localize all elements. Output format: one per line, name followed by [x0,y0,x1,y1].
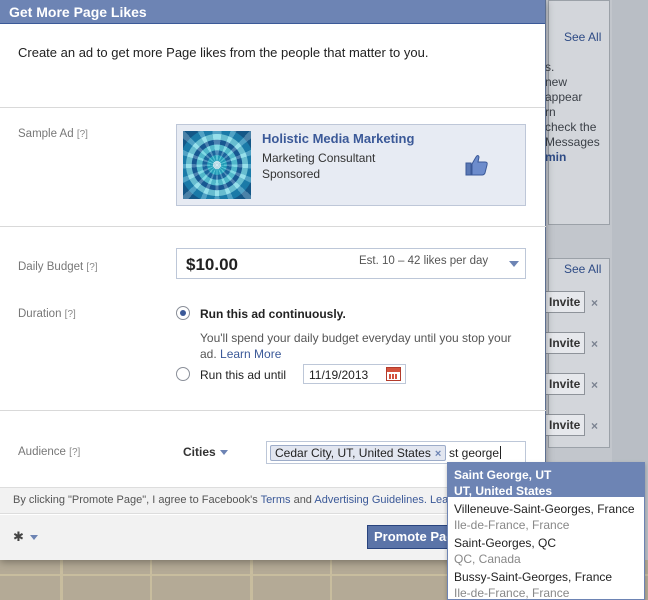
end-date-field[interactable]: 11/19/2013 [303,364,406,384]
remove-icon[interactable]: × [591,337,598,351]
daily-budget-select[interactable]: $10.00 Est. 10 – 42 likes per day [176,248,526,279]
location-token: Cedar City, UT, United States × [270,445,447,461]
location-query[interactable]: st george [449,446,502,460]
daily-budget-label: Daily Budget [?] [18,261,98,273]
sample-ad-label: Sample Ad [?] [18,128,88,140]
duration-label: Duration [?] [18,308,76,320]
suggestion-item[interactable]: Saint George, UT UT, United States [448,463,644,498]
snippet-line: check the [545,120,597,134]
snippet-line: Messages [545,135,600,149]
help-icon[interactable]: [?] [65,309,76,320]
ad-category: Marketing Consultant [262,151,376,165]
suggestion-item[interactable]: Villeneuve-Saint-Georges, France Ile-de-… [448,497,644,532]
invite-button[interactable]: Invite [545,373,585,395]
gear-icon[interactable]: ✱ [13,529,24,545]
invite-button[interactable]: Invite [545,291,585,313]
help-icon[interactable]: [?] [69,447,80,458]
page-thumbnail [183,131,251,199]
dialog-title: Get More Page Likes [0,0,545,24]
invite-button[interactable]: Invite [545,414,585,436]
advertising-guidelines-link[interactable]: Advertising Guidelines [314,494,423,506]
run-until-label[interactable]: Run this ad until [200,368,286,382]
thumbs-up-icon [465,155,488,176]
chevron-down-icon[interactable] [30,535,38,540]
snippet-line: new [545,75,568,89]
audience-type-select[interactable]: Cities [183,445,216,459]
remove-icon[interactable]: × [591,296,598,310]
ad-sponsored: Sponsored [262,167,321,181]
see-all-link[interactable]: See All [564,30,601,44]
budget-amount: $10.00 [186,255,238,274]
duration-help-text: You'll spend your daily budget everyday … [200,331,512,361]
run-until-radio[interactable] [176,367,190,381]
remove-icon[interactable]: × [591,419,598,433]
remove-token-icon[interactable]: × [435,448,441,460]
invite-button[interactable]: Invite [545,332,585,354]
remove-icon[interactable]: × [591,378,598,392]
learn-more-link[interactable]: Learn More [220,347,281,361]
run-continuously-label[interactable]: Run this ad continuously. [200,307,346,321]
snippet-line: appear [545,90,583,104]
background-snippet: s. new appear rn check the Messages min [545,60,605,165]
snippet-line: s. [545,60,555,74]
sample-ad-preview: Holistic Media Marketing Marketing Consu… [176,124,526,206]
audience-label: Audience [?] [18,446,81,458]
snippet-line: rn [545,105,556,119]
chevron-down-icon[interactable] [220,450,228,455]
ad-page-name[interactable]: Holistic Media Marketing [262,131,414,146]
see-all-link[interactable]: See All [564,262,601,276]
terms-link[interactable]: Terms [261,494,291,506]
help-icon[interactable]: [?] [86,262,97,273]
run-continuously-radio[interactable] [176,306,190,320]
dialog-intro: Create an ad to get more Page likes from… [0,24,545,108]
calendar-icon[interactable] [386,367,401,381]
snippet-line: min [545,150,567,164]
suggestion-item[interactable]: Bussy-Saint-Georges, France Ile-de-Franc… [448,565,644,599]
chevron-down-icon [509,261,519,267]
budget-estimate: Est. 10 – 42 likes per day [359,255,489,267]
location-suggestions: Saint George, UT UT, United States Ville… [447,462,645,600]
audience-location-input[interactable]: Cedar City, UT, United States × st george [266,441,526,464]
suggestion-item[interactable]: Saint-Georges, QC QC, Canada [448,531,644,566]
help-icon[interactable]: [?] [77,129,88,140]
